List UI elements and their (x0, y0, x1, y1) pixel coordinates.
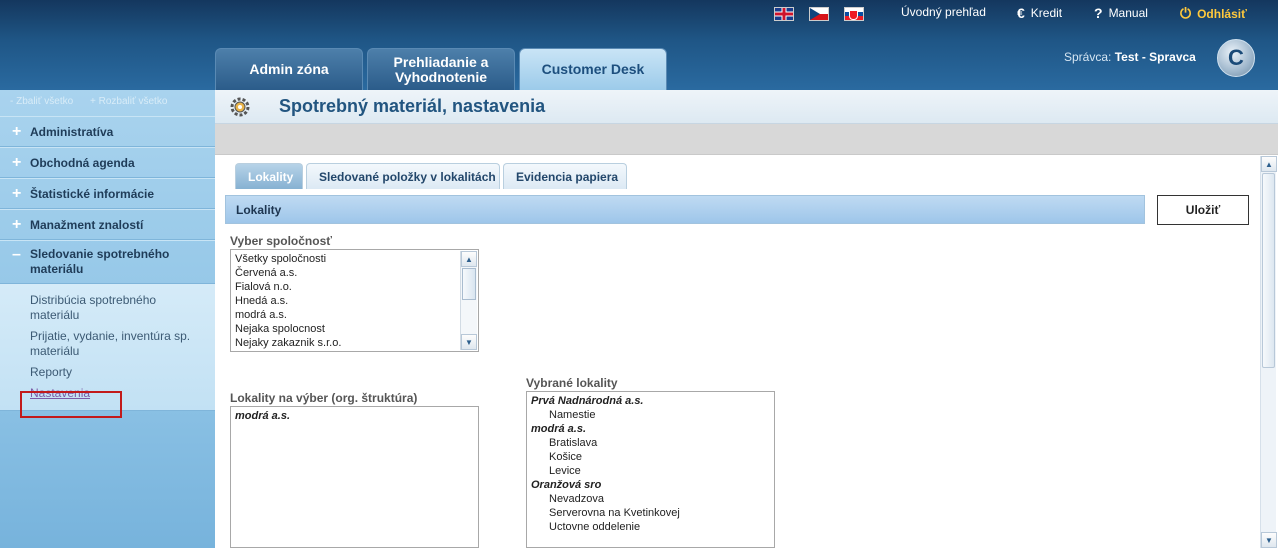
power-icon: ⏻ (1180, 5, 1192, 21)
list-group[interactable]: modrá a.s. (531, 422, 770, 436)
list-group[interactable]: Oranžová sro (531, 478, 770, 492)
tab-customer-desk[interactable]: Customer Desk (519, 48, 667, 90)
list-item[interactable]: Hnedá a.s. (235, 294, 458, 308)
tab-label: Sledované položky v lokalitách (319, 169, 496, 184)
credit-link[interactable]: € Kredit (1017, 5, 1062, 21)
scroll-thumb[interactable] (462, 268, 476, 300)
selected-locations-listbox[interactable]: Prvá Nadnárodná a.s. Namestie modrá a.s.… (526, 391, 775, 548)
sidebar: - Zbaliť všetko + Rozbaliť všetko + Admin… (0, 90, 215, 548)
locations-label: Lokality na výber (org. štruktúra) (230, 391, 418, 405)
tab-label: Lokality (248, 169, 294, 184)
main-content: Spotrebný materiál, nastavenia ▲ ▼ Lokal… (215, 90, 1278, 548)
list-item[interactable]: Serverovna na Kvetinkovej (531, 506, 770, 520)
plus-icon: + (12, 215, 22, 233)
title-bar: Spotrebný materiál, nastavenia (215, 90, 1278, 124)
expand-collapse-bar: - Zbaliť všetko + Rozbaliť všetko (0, 90, 215, 116)
expand-all-link[interactable]: + Rozbaliť všetko (90, 96, 167, 107)
section-title: Lokality (236, 202, 282, 217)
tab-lokality[interactable]: Lokality (235, 163, 303, 189)
submenu-item-distribucia[interactable]: Distribúcia spotrebného materiálu (0, 290, 215, 326)
admin-label: Správca: (1064, 50, 1112, 64)
header: Úvodný prehľad € Kredit ? Manual ⏻ Odhlásiť… (0, 0, 1278, 90)
list-item[interactable]: Levice (531, 464, 770, 478)
save-button[interactable]: Uložiť (1157, 195, 1249, 225)
logo: C (1217, 39, 1255, 77)
list-item[interactable]: Všetky spoločnosti (235, 252, 458, 266)
sidebar-item-administrativa[interactable]: + Administratíva (0, 116, 215, 147)
sidebar-item-sledovanie-spotrebneho-materialu[interactable]: – Sledovanie spotrebného materiálu (0, 240, 215, 284)
tab-label: Evidencia papiera (516, 169, 619, 184)
list-item[interactable]: Nejaka spolocnost (235, 322, 458, 336)
manual-link[interactable]: ? Manual (1094, 5, 1148, 21)
logout-link[interactable]: ⏻ Odhlásiť (1180, 5, 1247, 22)
submenu-item-prijatie[interactable]: Prijatie, vydanie, inventúra sp. materiá… (0, 326, 215, 362)
scroll-down-icon[interactable]: ▼ (461, 334, 477, 350)
list-item[interactable]: Bratislava (531, 436, 770, 450)
sidebar-item-manazment-znalosti[interactable]: + Manažment znalostí (0, 209, 215, 240)
admin-user-info: Správca: Test - Spravca (1064, 50, 1196, 64)
tab-admin-zone[interactable]: Admin zóna (215, 48, 363, 90)
page-scrollbar[interactable]: ▲ ▼ (1260, 156, 1277, 548)
tab-sledovane-polozky[interactable]: Sledované položky v lokalitách (306, 163, 500, 189)
scroll-up-icon[interactable]: ▲ (1261, 156, 1277, 172)
plus-icon: + (12, 184, 22, 202)
tab-label-line1: Prehliadanie a (393, 53, 489, 70)
sidebar-item-label: Obchodná agenda (30, 155, 135, 170)
list-item[interactable]: Uctovne oddelenie (531, 520, 770, 534)
company-listbox[interactable]: Všetky spoločnosti Červená a.s. Fialová … (230, 249, 479, 352)
admin-name[interactable]: Test - Spravca (1115, 50, 1196, 64)
sidebar-item-label: Administratíva (30, 124, 114, 139)
scroll-down-icon[interactable]: ▼ (1261, 532, 1277, 548)
tab-evidencia-papiera[interactable]: Evidencia papiera (503, 163, 627, 189)
sidebar-item-label: Štatistické informácie (30, 186, 155, 201)
tab-label: Admin zóna (249, 61, 329, 77)
overview-link-label: Úvodný prehľad (901, 5, 986, 19)
flag-sk-icon[interactable] (844, 7, 864, 21)
scroll-up-icon[interactable]: ▲ (461, 251, 477, 267)
tab-label-line2: Vyhodnotenie (394, 68, 488, 85)
logo-letter: C (1228, 45, 1244, 70)
question-icon: ? (1094, 5, 1103, 21)
section-header: Lokality (225, 195, 1145, 224)
plus-icon: + (12, 153, 22, 171)
company-select-label: Vyber spoločnosť (230, 234, 332, 248)
submenu-item-reporty[interactable]: Reporty (0, 362, 215, 383)
overview-link[interactable]: Úvodný prehľad (901, 5, 986, 19)
list-item[interactable]: Červená a.s. (235, 266, 458, 280)
list-item[interactable]: Košice (531, 450, 770, 464)
sidebar-item-label: Sledovanie spotrebného materiálu (30, 247, 170, 276)
flag-cz-icon[interactable] (809, 7, 829, 21)
manual-link-label: Manual (1108, 6, 1148, 20)
gear-icon (229, 96, 251, 118)
list-item[interactable]: Fialová n.o. (235, 280, 458, 294)
top-bar: Úvodný prehľad € Kredit ? Manual ⏻ Odhlásiť (0, 0, 1278, 26)
minus-icon: – (12, 246, 21, 263)
list-item[interactable]: Nejaky zakaznik s.r.o. (235, 336, 458, 350)
selected-locations-label: Vybrané lokality (526, 376, 618, 390)
locations-listbox[interactable]: modrá a.s. (230, 406, 479, 548)
page-title: Spotrebný materiál, nastavenia (279, 96, 546, 116)
collapse-all-link[interactable]: - Zbaliť všetko (10, 96, 73, 107)
euro-icon: € (1017, 5, 1025, 21)
list-item[interactable]: Namestie (531, 408, 770, 422)
sidebar-item-statisticke-informacie[interactable]: + Štatistické informácie (0, 178, 215, 209)
list-group[interactable]: Prvá Nadnárodná a.s. (531, 394, 770, 408)
tab-review[interactable]: Prehliadanie a Vyhodnotenie (367, 48, 515, 90)
flag-en-icon[interactable] (774, 7, 794, 21)
list-item[interactable]: modrá a.s. (235, 308, 458, 322)
listbox-scrollbar[interactable]: ▲ ▼ (460, 251, 477, 350)
credit-link-label: Kredit (1030, 6, 1063, 20)
tab-label: Prehliadanie a Vyhodnotenie (393, 53, 489, 85)
tab-label: Customer Desk (541, 61, 645, 77)
toolbar-strip (215, 124, 1278, 155)
sidebar-item-obchodna-agenda[interactable]: + Obchodná agenda (0, 147, 215, 178)
sidebar-item-label: Manažment znalostí (30, 217, 144, 232)
plus-icon: + (12, 122, 22, 140)
logout-link-label: Odhlásiť (1197, 6, 1247, 21)
list-item[interactable]: Nevadzova (531, 492, 770, 506)
list-item[interactable]: modrá a.s. (235, 409, 474, 423)
scroll-thumb[interactable] (1262, 173, 1275, 368)
highlight-box (20, 391, 122, 418)
